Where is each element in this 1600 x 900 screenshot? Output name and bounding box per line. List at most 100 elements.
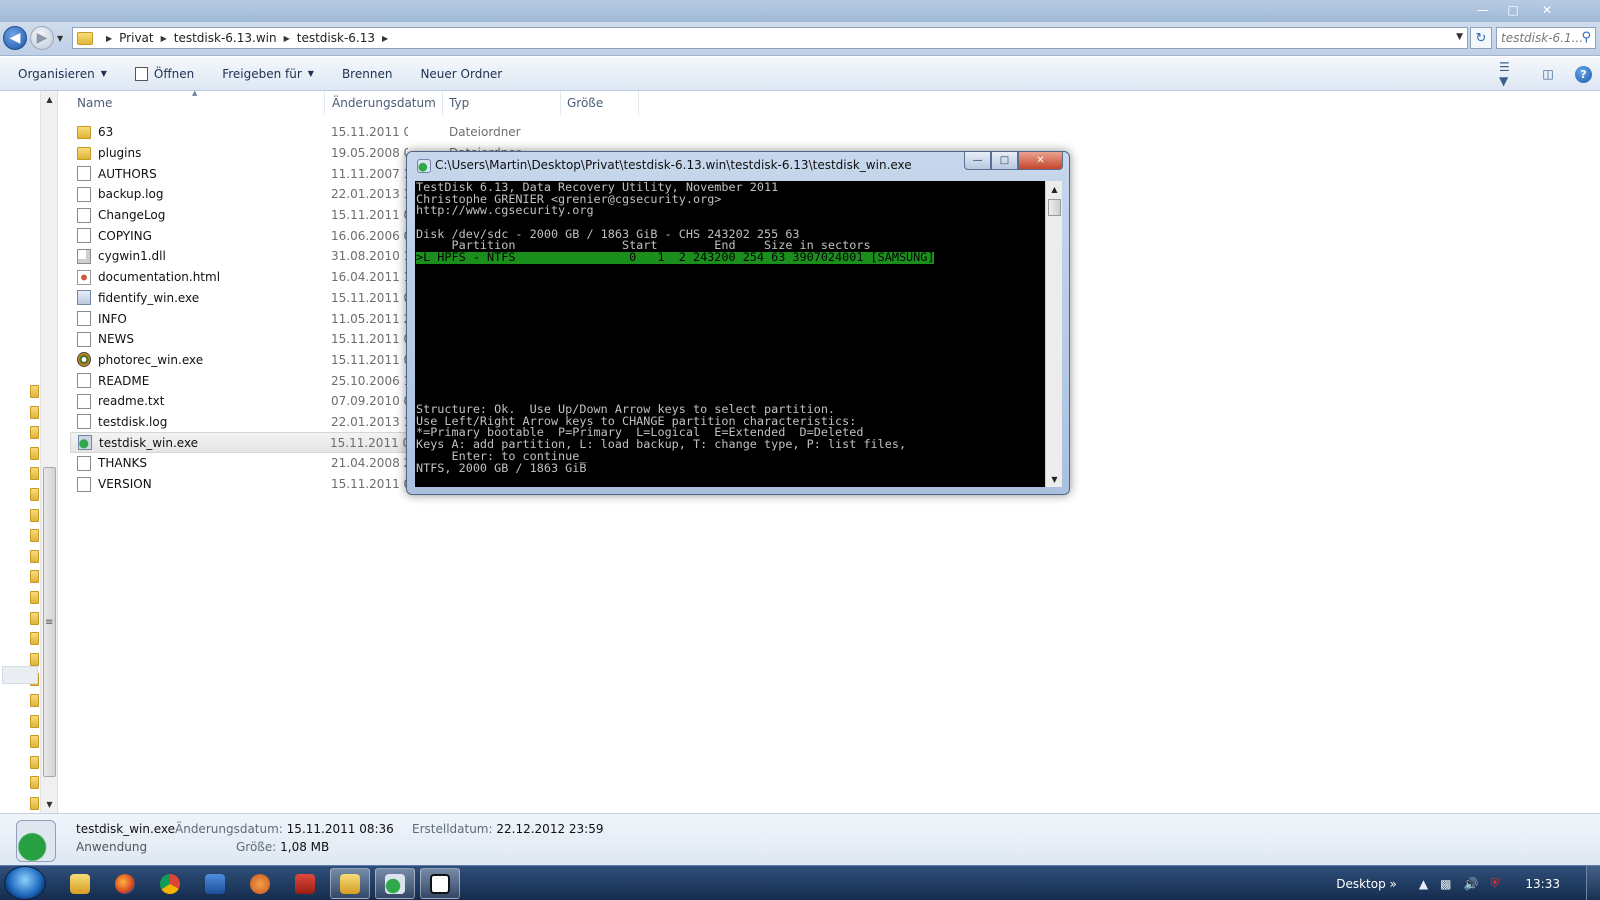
chevron-right-icon[interactable]: ▶: [106, 34, 112, 43]
folder-icon[interactable]: [30, 549, 39, 563]
minimize-button[interactable]: —: [1470, 0, 1496, 20]
scroll-up-icon[interactable]: ▲: [1046, 181, 1063, 197]
address-dropdown-icon[interactable]: ▼: [1456, 32, 1463, 42]
file-row[interactable]: readme.txt 07.09.2010 09:: [72, 391, 412, 412]
breadcrumb-item[interactable]: Privat: [119, 31, 153, 45]
file-row[interactable]: INFO 11.05.2011 21:: [72, 308, 412, 329]
console-minimize-button[interactable]: —: [964, 152, 991, 170]
address-bar[interactable]: ▶ Privat ▶ testdisk-6.13.win ▶ testdisk-…: [72, 27, 1468, 49]
folder-icon[interactable]: [30, 570, 39, 584]
folder-icon[interactable]: [30, 529, 39, 543]
file-row[interactable]: cygwin1.dll 31.08.2010 11:: [72, 246, 412, 267]
open-button[interactable]: Öffnen: [134, 66, 194, 81]
search-icon[interactable]: ⚲: [1581, 30, 1591, 45]
folder-icon[interactable]: [30, 590, 39, 604]
desktop-toolbar[interactable]: Desktop »: [1336, 877, 1397, 891]
chevron-right-icon[interactable]: ▶: [382, 34, 388, 43]
file-row[interactable]: COPYING 16.06.2006 01:: [72, 225, 412, 246]
taskbar-chrome[interactable]: [150, 868, 190, 899]
taskbar-explorer-libraries[interactable]: [60, 868, 100, 899]
folder-icon[interactable]: [30, 776, 39, 790]
tray-expand-icon[interactable]: ▲: [1419, 877, 1428, 891]
burn-button[interactable]: Brennen: [342, 67, 392, 81]
scroll-up-icon[interactable]: ▲: [41, 91, 58, 108]
folder-icon[interactable]: [30, 405, 39, 419]
nav-selected-item[interactable]: [2, 666, 38, 684]
taskbar-app-orange[interactable]: [240, 868, 280, 899]
folder-icon[interactable]: [30, 487, 39, 501]
preview-pane-icon[interactable]: ◫: [1537, 65, 1559, 83]
column-size[interactable]: Größe: [561, 91, 639, 115]
taskbar-filezilla[interactable]: [285, 868, 325, 899]
file-row[interactable]: THANKS 21.04.2008 20:: [72, 453, 412, 474]
taskbar-firefox[interactable]: [105, 868, 145, 899]
folder-icon[interactable]: [30, 467, 39, 481]
breadcrumb-item[interactable]: testdisk-6.13: [297, 31, 375, 45]
back-button[interactable]: ◀: [3, 26, 27, 50]
network-icon[interactable]: ▩: [1440, 877, 1451, 891]
file-row[interactable]: testdisk_win.exe 15.11.2011 08:: [70, 432, 410, 453]
folder-icon[interactable]: [30, 652, 39, 666]
terminal-output[interactable]: TestDisk 6.13, Data Recovery Utility, No…: [415, 181, 1045, 487]
share-button[interactable]: Freigeben für ▼: [222, 67, 314, 81]
close-button[interactable]: ✕: [1534, 0, 1560, 20]
file-row[interactable]: AUTHORS 11.11.2007 17:2: [72, 163, 412, 184]
folder-icon[interactable]: [30, 714, 39, 728]
folder-icon[interactable]: [30, 755, 39, 769]
folder-icon[interactable]: [30, 426, 39, 440]
taskbar-testdisk[interactable]: [375, 868, 415, 899]
new-folder-button[interactable]: Neuer Ordner: [420, 67, 502, 81]
file-row[interactable]: plugins19.05.2008 09:3Dateiordner: [72, 143, 521, 164]
taskbar-console[interactable]: [420, 868, 460, 899]
folder-icon[interactable]: [30, 693, 39, 707]
terminal-line-text[interactable]: >L HPFS - NTFS 0 1 2 243200 254 63 39070…: [416, 251, 935, 264]
history-dropdown-icon[interactable]: ▼: [57, 34, 63, 43]
organize-button[interactable]: Organisieren ▼: [18, 67, 107, 81]
file-row[interactable]: backup.log 22.01.2013 10:: [72, 184, 412, 205]
breadcrumb-item[interactable]: testdisk-6.13.win: [174, 31, 277, 45]
help-icon[interactable]: ?: [1575, 65, 1592, 83]
folder-icon[interactable]: [30, 796, 39, 810]
volume-icon[interactable]: 🔊: [1463, 877, 1478, 891]
chevron-right-icon[interactable]: ▶: [284, 34, 290, 43]
scroll-down-icon[interactable]: ▼: [1046, 471, 1063, 487]
file-row[interactable]: VERSION 15.11.2011 08:: [72, 474, 412, 495]
column-name[interactable]: ▲ Name: [60, 89, 325, 115]
scroll-down-icon[interactable]: ▼: [41, 796, 58, 813]
folder-icon[interactable]: [30, 508, 39, 522]
terminal-scrollbar[interactable]: ▲ ▼: [1045, 181, 1062, 487]
folder-icon[interactable]: [30, 735, 39, 749]
refresh-button[interactable]: ↻: [1470, 27, 1492, 49]
forward-button[interactable]: ▶: [30, 26, 54, 50]
file-row[interactable]: testdisk.log 22.01.2013 10:: [72, 412, 412, 433]
folder-icon[interactable]: [30, 446, 39, 460]
console-close-button[interactable]: ✕: [1018, 152, 1063, 170]
security-shield-icon[interactable]: ⛨: [1490, 876, 1499, 891]
console-maximize-button[interactable]: □: [991, 152, 1018, 170]
taskbar-thunderbird[interactable]: [195, 868, 235, 899]
clock[interactable]: 13:33: [1525, 877, 1560, 891]
file-row[interactable]: README 25.10.2006 12:: [72, 370, 412, 391]
scroll-thumb[interactable]: [1048, 199, 1061, 216]
console-icon: [430, 873, 450, 894]
column-modified[interactable]: Änderungsdatum: [325, 91, 443, 115]
taskbar-explorer[interactable]: [330, 868, 370, 899]
show-desktop-button[interactable]: [1586, 866, 1600, 900]
chevron-right-icon[interactable]: ▶: [161, 34, 167, 43]
file-row[interactable]: documentation.html 16.04.2011 12:: [72, 267, 412, 288]
folder-icon[interactable]: [30, 611, 39, 625]
search-input[interactable]: testdisk-6.1... ⚲: [1496, 27, 1596, 49]
column-type[interactable]: Typ: [443, 91, 561, 115]
file-row[interactable]: 63 15.11.2011 08:36 Dateiordner: [72, 122, 521, 143]
view-options-icon[interactable]: ☰ ▼: [1499, 60, 1521, 88]
maximize-button[interactable]: □: [1500, 0, 1526, 20]
file-row[interactable]: ChangeLog 15.11.2011 08:: [72, 205, 412, 226]
file-row[interactable]: fidentify_win.exe 15.11.2011 08:: [72, 288, 412, 309]
start-button[interactable]: [4, 866, 46, 900]
folder-icon[interactable]: [30, 632, 39, 646]
nav-scrollbar[interactable]: ▲ ≡ ▼: [40, 91, 57, 813]
console-window[interactable]: C:\Users\Martin\Desktop\Privat\testdisk-…: [406, 151, 1070, 495]
file-row[interactable]: photorec_win.exe 15.11.2011 08:: [72, 350, 412, 371]
file-row[interactable]: NEWS 15.11.2011 08:: [72, 329, 412, 350]
folder-icon[interactable]: [30, 385, 39, 398]
